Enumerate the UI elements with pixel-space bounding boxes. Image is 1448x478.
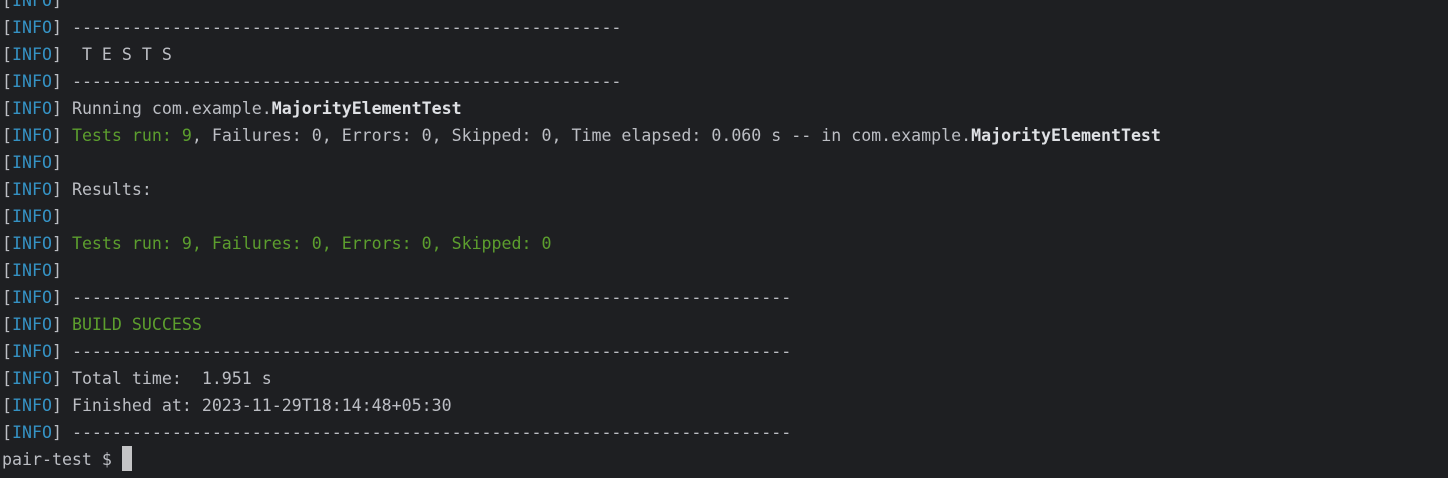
log-line: [INFO] Running com.example.MajorityEleme…	[2, 95, 1161, 122]
log-line: [INFO]	[2, 0, 1161, 14]
log-level: INFO	[12, 152, 52, 172]
bracket-open: [	[2, 44, 12, 64]
log-line: [INFO] BUILD SUCCESS	[2, 311, 1161, 338]
log-level: INFO	[12, 368, 52, 388]
log-line: [INFO] Total time: 1.951 s	[2, 365, 1161, 392]
log-line: [INFO] Tests run: 9, Failures: 0, Errors…	[2, 122, 1161, 149]
log-text: ----------------------------------------…	[71, 287, 792, 307]
bracket-open: [	[2, 422, 12, 442]
log-level: INFO	[12, 125, 52, 145]
log-level: INFO	[12, 260, 52, 280]
bracket-open: [	[2, 287, 12, 307]
log-text: Running com.example.	[71, 98, 272, 118]
bracket-close: ]	[51, 314, 72, 334]
bracket-open: [	[2, 314, 12, 334]
log-line: [INFO]	[2, 257, 1161, 284]
log-line: [INFO]	[2, 149, 1161, 176]
log-level: INFO	[12, 314, 52, 334]
log-text: Total time: 1.951 s	[71, 368, 272, 388]
bracket-open: [	[2, 98, 12, 118]
log-level: INFO	[12, 98, 52, 118]
bracket-close: ]	[51, 395, 72, 415]
bracket-close: ]	[51, 44, 72, 64]
bracket-close: ]	[51, 206, 72, 226]
log-text: ----------------------------------------…	[71, 422, 792, 442]
log-level: INFO	[12, 17, 52, 37]
bracket-open: [	[2, 368, 12, 388]
bracket-open: [	[2, 0, 12, 10]
log-level: INFO	[12, 233, 52, 253]
class-name: MajorityElementTest	[971, 125, 1161, 145]
bracket-open: [	[2, 125, 12, 145]
bracket-open: [	[2, 152, 12, 172]
class-name: MajorityElementTest	[271, 98, 462, 118]
bracket-open: [	[2, 206, 12, 226]
bracket-close: ]	[51, 125, 72, 145]
log-text: Results:	[71, 179, 152, 199]
bracket-open: [	[2, 341, 12, 361]
log-level: INFO	[12, 44, 52, 64]
log-line: [INFO] ---------------------------------…	[2, 338, 1161, 365]
terminal-output: [INFO] [INFO] --------------------------…	[2, 0, 1161, 473]
bracket-close: ]	[51, 17, 72, 37]
log-level: INFO	[12, 395, 52, 415]
bracket-close: ]	[51, 368, 72, 388]
log-level: INFO	[12, 287, 52, 307]
bracket-close: ]	[51, 179, 72, 199]
bracket-close: ]	[51, 260, 72, 280]
log-text: Finished at: 2023-11-29T18:14:48+05:30	[71, 395, 452, 415]
bracket-close: ]	[51, 0, 72, 10]
log-level: INFO	[12, 206, 52, 226]
log-text: , Failures: 0, Errors: 0, Skipped: 0, Ti…	[191, 125, 972, 145]
log-text: ----------------------------------------…	[71, 17, 622, 37]
bracket-open: [	[2, 260, 12, 280]
bracket-open: [	[2, 17, 12, 37]
log-text: ----------------------------------------…	[71, 341, 792, 361]
log-level: INFO	[12, 0, 52, 10]
bracket-close: ]	[51, 71, 72, 91]
bracket-close: ]	[51, 152, 72, 172]
bracket-open: [	[2, 233, 12, 253]
log-level: INFO	[12, 341, 52, 361]
log-line: [INFO]	[2, 203, 1161, 230]
log-line: [INFO] ---------------------------------…	[2, 419, 1161, 446]
log-line: [INFO] ---------------------------------…	[2, 68, 1161, 95]
bracket-open: [	[2, 395, 12, 415]
bracket-close: ]	[51, 422, 72, 442]
log-line: [INFO] Tests run: 9, Failures: 0, Errors…	[2, 230, 1161, 257]
bracket-open: [	[2, 71, 12, 91]
prompt-line[interactable]: pair-test $	[2, 446, 1161, 473]
log-text: ----------------------------------------…	[71, 71, 622, 91]
log-level: INFO	[12, 422, 52, 442]
success-text: Tests run: 9	[71, 125, 192, 145]
log-line: [INFO] Results:	[2, 176, 1161, 203]
log-level: INFO	[12, 71, 52, 91]
bracket-close: ]	[51, 233, 72, 253]
bracket-close: ]	[51, 341, 72, 361]
bracket-close: ]	[51, 287, 72, 307]
shell-prompt: pair-test $	[2, 449, 122, 469]
log-line: [INFO] Finished at: 2023-11-29T18:14:48+…	[2, 392, 1161, 419]
bracket-open: [	[2, 179, 12, 199]
cursor	[121, 446, 132, 471]
log-line: [INFO] ---------------------------------…	[2, 14, 1161, 41]
log-level: INFO	[12, 179, 52, 199]
log-line: [INFO] ---------------------------------…	[2, 284, 1161, 311]
bracket-close: ]	[51, 98, 72, 118]
log-text: T E S T S	[71, 44, 172, 64]
log-line: [INFO] T E S T S	[2, 41, 1161, 68]
success-text: Tests run: 9, Failures: 0, Errors: 0, Sk…	[71, 233, 552, 253]
success-text: BUILD SUCCESS	[71, 314, 202, 334]
